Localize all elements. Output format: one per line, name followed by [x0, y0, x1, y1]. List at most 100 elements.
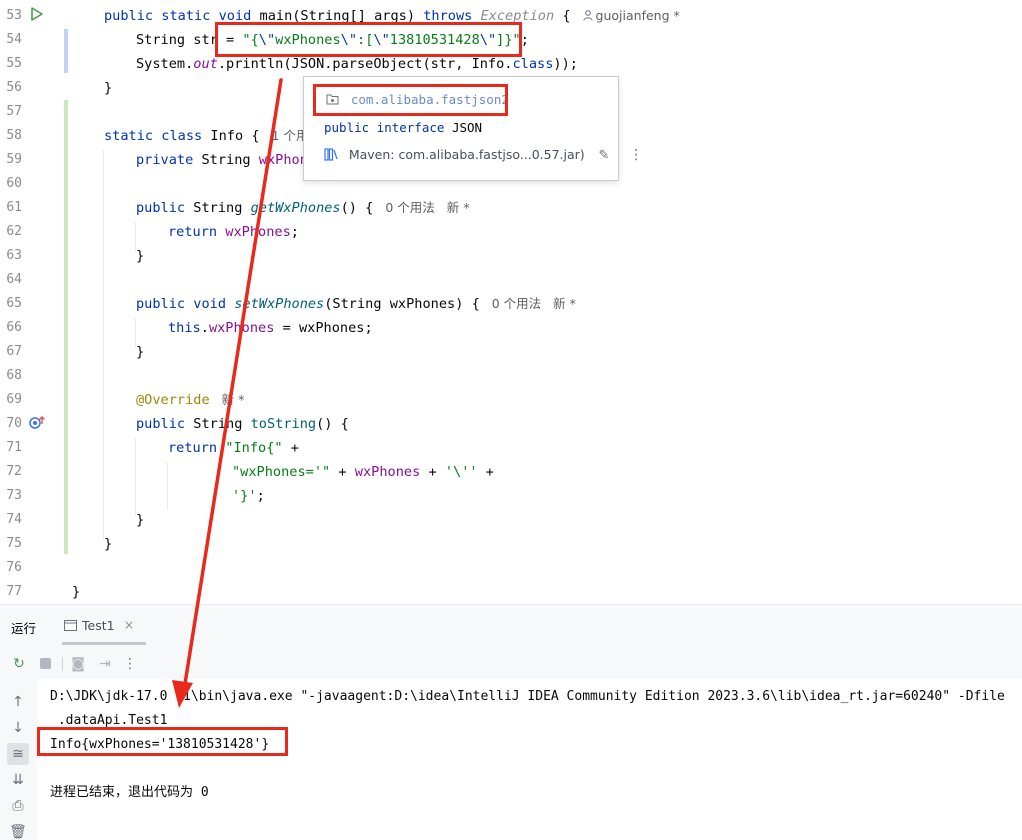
code-text[interactable]: static class Info {1 个用法 [104, 124, 321, 148]
line-number[interactable]: 64 [0, 268, 22, 292]
line-number[interactable]: 59 [0, 148, 22, 172]
line-number[interactable]: 69 [0, 388, 22, 412]
line-number[interactable]: 67 [0, 340, 22, 364]
code-line[interactable]: 62 return wxPhones; [0, 220, 1022, 244]
code-text[interactable]: "wxPhones='" + wxPhones + '\'' + [232, 460, 494, 484]
line-number[interactable]: 63 [0, 244, 22, 268]
line-number[interactable]: 54 [0, 28, 22, 52]
line-number[interactable]: 55 [0, 52, 22, 76]
code-token: toString [250, 416, 317, 432]
line-number[interactable]: 77 [0, 580, 22, 604]
code-text[interactable]: } [136, 340, 144, 364]
inlay-hint[interactable]: 0 个用法 新 * [385, 200, 469, 215]
scroll-down-icon[interactable]: ↓ [7, 717, 29, 739]
code-token: out [193, 56, 218, 72]
code-token: } [136, 344, 145, 360]
code-text[interactable]: } [104, 532, 112, 556]
code-token: ; [290, 224, 299, 240]
line-number[interactable]: 53 [0, 4, 22, 28]
code-line[interactable]: 77} [0, 580, 1022, 604]
line-number[interactable]: 76 [0, 556, 22, 580]
code-line[interactable]: 64 [0, 268, 1022, 292]
scroll-to-end-icon[interactable]: ⇊ [7, 769, 29, 791]
edit-icon[interactable]: ✎ [599, 148, 610, 163]
code-text[interactable]: } [104, 76, 112, 100]
clear-all-icon[interactable]: 🗑 [7, 821, 29, 840]
run-gutter-icon[interactable] [30, 4, 44, 28]
close-tab-icon[interactable]: × [124, 618, 134, 632]
stop-icon[interactable] [34, 653, 56, 675]
line-number[interactable]: 60 [0, 172, 22, 196]
code-line[interactable]: 68 [0, 364, 1022, 388]
code-token: . [200, 320, 209, 336]
more-options-icon[interactable]: ⋮ [629, 147, 643, 163]
code-text[interactable]: public String toString() { [136, 412, 349, 436]
toolbar-separator [62, 657, 63, 671]
code-text[interactable]: return "Info{" + [168, 436, 299, 460]
inlay-hint[interactable]: guojianfeng * [582, 8, 680, 23]
more-options-icon[interactable]: ⋮ [119, 653, 141, 675]
print-icon[interactable]: ⎙ [7, 795, 29, 817]
code-line[interactable]: 72 "wxPhones='" + wxPhones + '\'' + [0, 460, 1022, 484]
code-line[interactable]: 70 public String toString() { [0, 412, 1022, 436]
code-text[interactable]: public void setWxPhones(String wxPhones)… [136, 292, 576, 316]
line-number[interactable]: 75 [0, 532, 22, 556]
rerun-icon[interactable]: ↻ [8, 653, 30, 675]
line-number[interactable]: 71 [0, 436, 22, 460]
line-number[interactable]: 65 [0, 292, 22, 316]
code-token: () { [316, 416, 349, 432]
line-number[interactable]: 70 [0, 412, 22, 436]
line-number[interactable]: 74 [0, 508, 22, 532]
line-number[interactable]: 68 [0, 364, 22, 388]
author-hint-text: guojianfeng * [595, 8, 680, 23]
line-number[interactable]: 73 [0, 484, 22, 508]
inlay-hint[interactable]: 0 个用法 新 * [492, 296, 576, 311]
code-text[interactable]: public String getWxPhones() {0 个用法 新 * [136, 196, 469, 220]
line-number[interactable]: 61 [0, 196, 22, 220]
maven-row[interactable]: Maven: com.alibaba.fastjso...0.57.jar) ✎… [324, 147, 643, 163]
declaration-name: JSON [451, 120, 483, 135]
code-text[interactable]: return wxPhones; [168, 220, 299, 244]
code-text[interactable]: } [72, 580, 80, 604]
line-number[interactable]: 58 [0, 124, 22, 148]
code-text[interactable]: '}'; [232, 484, 265, 508]
code-token: '\'' [444, 464, 478, 480]
override-gutter-icon[interactable] [28, 412, 46, 436]
run-tool-window: 运行 Test1 × ↻ ◙ ⇥ ⋮ ↑ ↓ ≅ ⇊ ⎙ 🗑 D:\JDK\jd… [0, 604, 1022, 840]
code-line[interactable]: 71 return "Info{" + [0, 436, 1022, 460]
inlay-hint[interactable]: 新 * [222, 392, 245, 407]
line-number[interactable]: 62 [0, 220, 22, 244]
code-line[interactable]: 69 @Override 新 * [0, 388, 1022, 412]
code-text[interactable]: this.wxPhones = wxPhones; [168, 316, 373, 340]
code-line[interactable]: 73 '}'; [0, 484, 1022, 508]
code-line[interactable]: 76 [0, 556, 1022, 580]
run-toolbar: ↻ ◙ ⇥ ⋮ [0, 647, 1022, 679]
code-token: "Info{" [225, 440, 283, 456]
code-text[interactable]: @Override 新 * [136, 388, 244, 412]
active-tab-underline [62, 642, 146, 645]
soft-wrap-icon[interactable]: ≅ [7, 743, 29, 765]
scroll-up-icon[interactable]: ↑ [7, 691, 29, 713]
console-tab-icon [64, 620, 77, 631]
code-line[interactable]: 67} [0, 340, 1022, 364]
code-text[interactable]: } [136, 244, 144, 268]
line-number[interactable]: 72 [0, 460, 22, 484]
code-line[interactable]: 75} [0, 532, 1022, 556]
code-line[interactable]: 63} [0, 244, 1022, 268]
code-line[interactable]: 74} [0, 508, 1022, 532]
line-number[interactable]: 56 [0, 76, 22, 100]
code-text[interactable]: } [136, 508, 144, 532]
tab-label[interactable]: Test1 [82, 618, 115, 633]
code-line[interactable]: 65 public void setWxPhones(String wxPhone… [0, 292, 1022, 316]
code-token: + [330, 464, 355, 480]
maven-library-label[interactable]: Maven: com.alibaba.fastjso...0.57.jar) [349, 147, 585, 162]
code-line[interactable]: 61 public String getWxPhones() {0 个用法 新 * [0, 196, 1022, 220]
exit-icon[interactable]: ⇥ [94, 653, 116, 675]
console-output[interactable]: D:\JDK\jdk-17.0 1\bin\java.exe "-javaage… [37, 679, 1022, 840]
line-number[interactable]: 66 [0, 316, 22, 340]
camera-icon[interactable]: ◙ [67, 653, 89, 675]
line-number[interactable]: 57 [0, 100, 22, 124]
code-line[interactable]: 66 this.wxPhones = wxPhones; [0, 316, 1022, 340]
code-token: (String wxPhones) { [324, 296, 480, 312]
library-icon [324, 148, 338, 161]
